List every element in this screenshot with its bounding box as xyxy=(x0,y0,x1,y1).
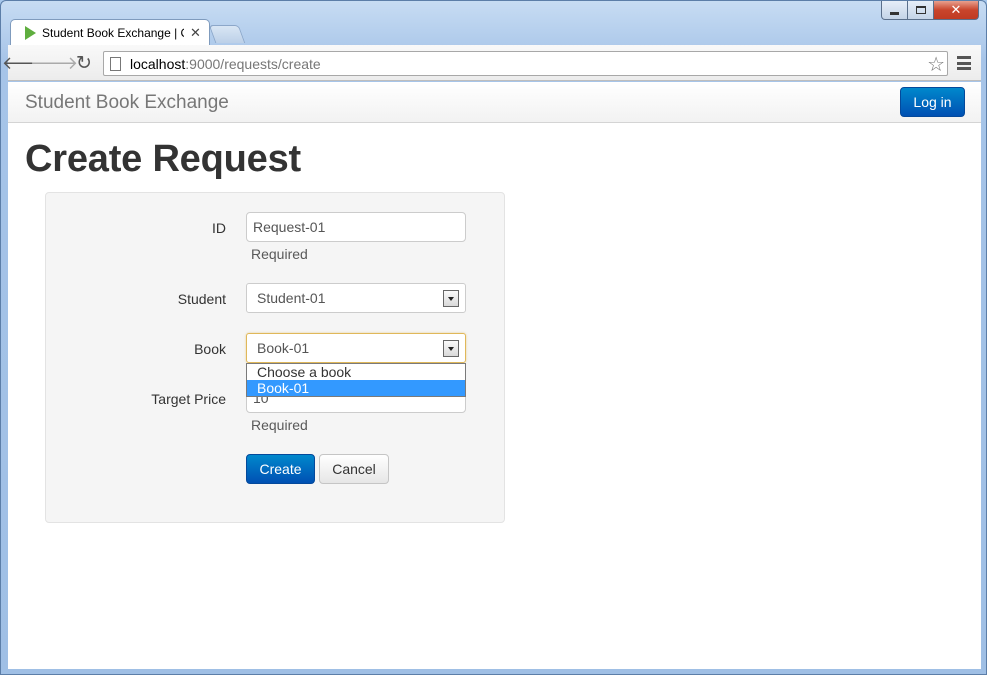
create-button[interactable]: Create xyxy=(246,454,315,484)
maximize-icon xyxy=(915,6,926,14)
reload-icon[interactable]: ↻ xyxy=(73,52,95,74)
book-selected-value: Book-01 xyxy=(257,340,310,356)
book-label: Book xyxy=(194,341,226,357)
request-form: ID Request-01 Required Student Student-0… xyxy=(45,192,505,523)
browser-tab[interactable]: Student Book Exchange | C ✕ xyxy=(10,19,210,46)
id-input[interactable]: Request-01 xyxy=(246,212,466,242)
url-host: localhost xyxy=(130,55,186,72)
book-select[interactable]: Book-01 xyxy=(246,333,466,363)
chevron-down-icon[interactable] xyxy=(443,340,459,357)
target-price-label: Target Price xyxy=(151,391,226,407)
cancel-button[interactable]: Cancel xyxy=(319,454,389,484)
student-selected-value: Student-01 xyxy=(257,290,326,306)
close-window-button[interactable]: ✕ xyxy=(934,1,979,20)
browser-window: ✕ Student Book Exchange | C ✕ 🡐 🡒 ↻ loca… xyxy=(0,0,987,675)
bookmark-star-icon[interactable]: ☆ xyxy=(927,52,945,77)
url-path: :9000/requests/create xyxy=(185,55,321,72)
id-help-text: Required xyxy=(251,246,308,262)
page-icon xyxy=(110,56,121,71)
student-select[interactable]: Student-01 xyxy=(246,283,466,313)
play-framework-icon xyxy=(25,26,36,40)
close-icon: ✕ xyxy=(950,2,962,17)
brand-link[interactable]: Student Book Exchange xyxy=(25,92,229,114)
address-bar[interactable]: localhost:9000/requests/create ☆ xyxy=(103,51,948,76)
tab-title: Student Book Exchange | C xyxy=(42,26,184,40)
site-navbar: Student Book Exchange Log in xyxy=(8,82,981,123)
login-button[interactable]: Log in xyxy=(900,87,965,117)
tab-close-icon[interactable]: ✕ xyxy=(190,25,201,41)
id-label: ID xyxy=(212,220,226,236)
page-viewport: Student Book Exchange Log in Create Requ… xyxy=(8,82,981,669)
new-tab-button[interactable] xyxy=(208,25,246,43)
minimize-icon xyxy=(890,11,899,15)
book-dropdown-list: Choose a book Book-01 xyxy=(246,363,466,397)
student-label: Student xyxy=(177,291,226,307)
menu-icon[interactable] xyxy=(957,56,971,70)
maximize-button[interactable] xyxy=(908,1,934,20)
book-option[interactable]: Choose a book xyxy=(247,364,465,380)
minimize-button[interactable] xyxy=(881,1,908,20)
browser-toolbar: 🡐 🡒 ↻ localhost:9000/requests/create ☆ xyxy=(2,45,981,81)
book-option[interactable]: Book-01 xyxy=(247,380,465,396)
window-controls: ✕ xyxy=(881,1,979,20)
target-price-help-text: Required xyxy=(251,417,308,433)
chevron-down-icon[interactable] xyxy=(443,290,459,307)
page-title: Create Request xyxy=(25,138,301,180)
forward-arrow-icon[interactable]: 🡒 xyxy=(30,52,78,74)
